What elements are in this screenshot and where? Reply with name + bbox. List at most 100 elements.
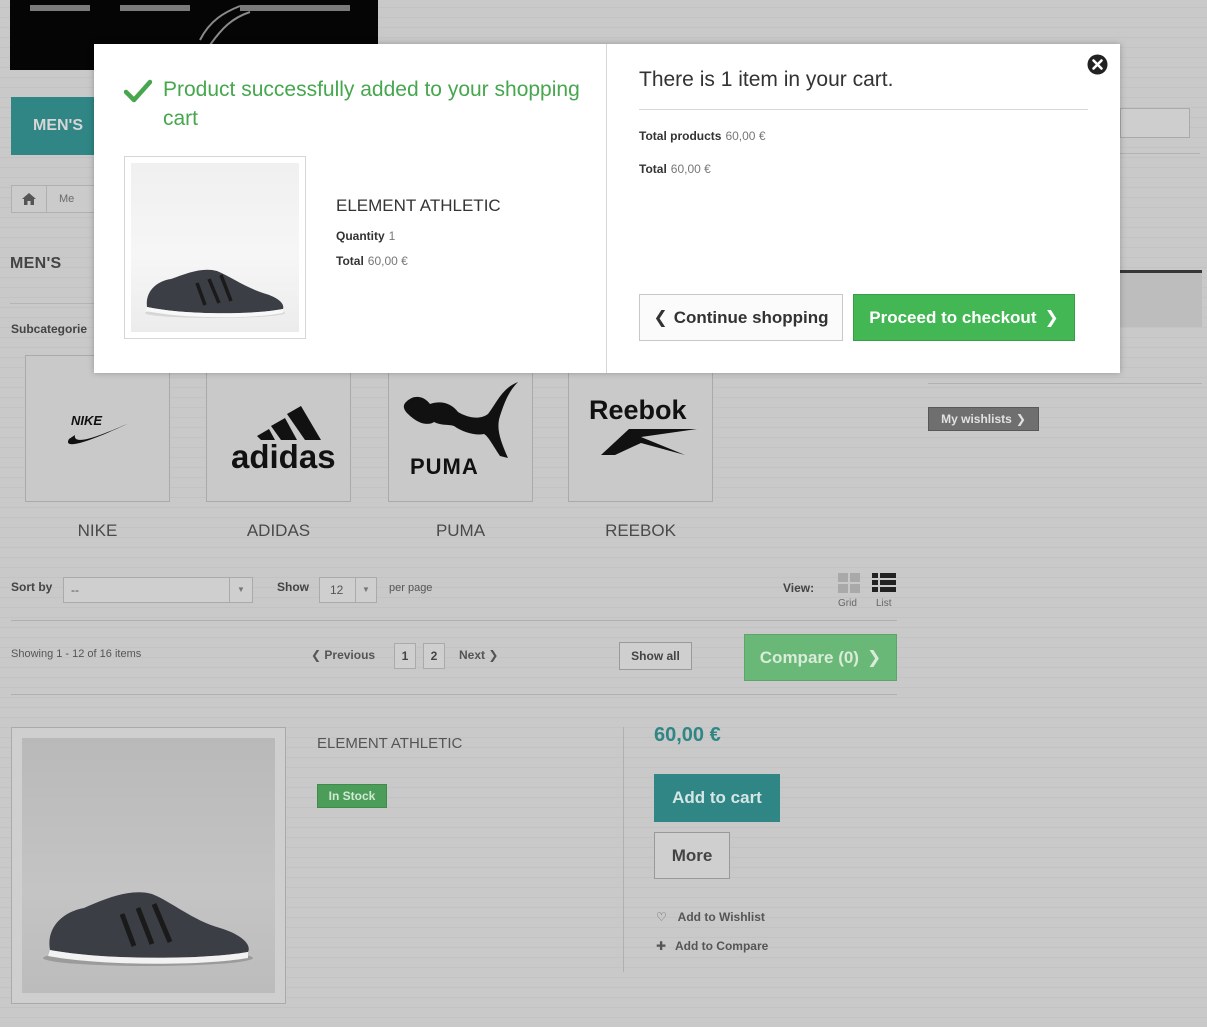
heart-icon: ♡ [656, 910, 667, 924]
add-to-cart-button[interactable]: Add to cart [654, 774, 780, 822]
divider [1120, 153, 1200, 154]
page-number-1[interactable]: 1 [394, 643, 416, 669]
chevron-left-icon: ❮ [653, 307, 668, 327]
brand-tile-nike[interactable]: NIKE [25, 355, 170, 502]
chevron-right-icon: ❯ [1015, 412, 1026, 426]
svg-text:Reebok: Reebok [589, 395, 688, 425]
cart-total-label: Total [639, 162, 667, 176]
items-per-page-select[interactable]: 12 ▼ [319, 577, 377, 603]
puma-cat-icon: PUMA [403, 381, 518, 479]
subcategories-heading: Subcategorie [11, 322, 88, 336]
sort-by-label: Sort by [11, 580, 53, 594]
proceed-to-checkout-button[interactable]: Proceed to checkout ❯ [853, 294, 1075, 341]
view-label: View: [783, 581, 815, 595]
modal-product-panel: Product successfully added to your shopp… [94, 44, 607, 373]
divider [11, 694, 897, 695]
showing-count: Showing 1 - 12 of 16 items [11, 648, 142, 660]
continue-shopping-label: Continue shopping [673, 307, 829, 327]
brand-tile-adidas[interactable]: adidas [206, 355, 351, 502]
next-label: Next [459, 648, 486, 662]
reebok-vector-icon: Reebok [589, 395, 697, 455]
stock-badge: In Stock [317, 784, 387, 808]
list-view-label[interactable]: List [876, 598, 892, 609]
breadcrumb: Me [11, 185, 97, 213]
chevron-right-icon: ❯ [488, 648, 499, 662]
product-name[interactable]: ELEMENT ATHLETIC [317, 735, 462, 752]
items-per-page-value: 12 [330, 583, 344, 597]
divider [11, 620, 897, 621]
show-label: Show [277, 580, 309, 594]
checkmark-icon [124, 79, 152, 103]
add-to-compare-label: Add to Compare [674, 939, 769, 953]
chevron-right-icon: ❯ [866, 647, 882, 667]
breadcrumb-item[interactable]: Me [59, 193, 74, 205]
sneaker-image [145, 269, 285, 318]
category-title: MEN'S [10, 255, 62, 272]
modal-product-image [124, 156, 306, 339]
success-message: Product successfully added to your shopp… [163, 78, 580, 130]
cart-confirmation-modal: Product successfully added to your shopp… [94, 44, 1120, 373]
quantity-label: Quantity [336, 229, 385, 243]
previous-page-link[interactable]: ❮ Previous [311, 648, 375, 662]
chevron-down-icon: ▼ [355, 578, 376, 602]
brand-name[interactable]: REEBOK [568, 521, 713, 541]
my-wishlists-label: My wishlists [941, 412, 1012, 426]
sort-by-value: -- [71, 583, 79, 597]
divider [623, 727, 624, 972]
sort-by-select[interactable]: -- ▼ [63, 577, 253, 603]
cart-total: Total 60,00 € [639, 162, 711, 176]
divider [639, 109, 1088, 110]
svg-text:adidas: adidas [231, 438, 336, 474]
total-products: Total products 60,00 € [639, 129, 766, 143]
add-to-wishlist-link[interactable]: ♡ Add to Wishlist [656, 910, 765, 924]
list-view-icon[interactable] [872, 573, 896, 593]
cart-count-text: There is 1 item in your cart. [639, 68, 894, 91]
brand-tile-reebok[interactable]: Reebok [568, 355, 713, 502]
adidas-stripes-icon: adidas [231, 405, 336, 474]
brand-name[interactable]: NIKE [25, 521, 170, 541]
brand-name[interactable]: ADIDAS [206, 521, 351, 541]
proceed-to-checkout-label: Proceed to checkout [869, 307, 1037, 327]
next-page-link[interactable]: Next ❯ [459, 648, 498, 662]
quantity-value: 1 [388, 229, 396, 243]
product-image[interactable] [11, 727, 286, 1004]
grid-view-label[interactable]: Grid [838, 598, 857, 609]
home-icon[interactable] [12, 193, 46, 205]
sidebar-block [1120, 273, 1202, 327]
nike-swoosh-icon: NIKE [67, 413, 129, 444]
total-value: 60,00 € [367, 254, 408, 268]
grid-view-icon[interactable] [838, 573, 860, 593]
search-input[interactable] [1120, 108, 1190, 138]
nav-item-label: MEN'S [33, 117, 84, 134]
total-products-value: 60,00 € [725, 129, 766, 143]
sneaker-image [43, 892, 253, 966]
add-to-wishlist-label: Add to Wishlist [677, 910, 765, 924]
svg-text:PUMA: PUMA [410, 454, 479, 479]
compare-button[interactable]: Compare (0) ❯ [744, 634, 897, 681]
brand-tile-puma[interactable]: PUMA [388, 355, 533, 502]
compare-label: Compare (0) [759, 647, 859, 667]
modal-quantity: Quantity 1 [336, 229, 395, 243]
modal-line-total: Total 60,00 € [336, 254, 408, 268]
my-wishlists-button[interactable]: My wishlists ❯ [928, 407, 1039, 431]
per-page-label: per page [389, 582, 433, 594]
plus-icon: ✚ [656, 939, 667, 953]
chevron-right-icon: ❯ [1044, 307, 1059, 327]
continue-shopping-button[interactable]: ❮ Continue shopping [639, 294, 843, 341]
brand-name[interactable]: PUMA [388, 521, 533, 541]
divider [10, 303, 100, 304]
add-to-compare-link[interactable]: ✚ Add to Compare [656, 939, 768, 953]
chevron-left-icon: ❮ [311, 648, 322, 662]
more-button[interactable]: More [654, 832, 730, 879]
total-label: Total [336, 254, 364, 268]
breadcrumb-separator [46, 185, 59, 213]
close-icon[interactable] [1087, 54, 1108, 75]
previous-label: Previous [324, 648, 376, 662]
sidebar-divider [928, 383, 1202, 384]
page-number-2[interactable]: 2 [423, 643, 445, 669]
cart-total-value: 60,00 € [670, 162, 711, 176]
svg-text:NIKE: NIKE [71, 413, 102, 428]
nav-item-mens[interactable]: MEN'S [11, 97, 101, 155]
show-all-button[interactable]: Show all [619, 642, 692, 670]
chevron-down-icon: ▼ [229, 578, 252, 602]
